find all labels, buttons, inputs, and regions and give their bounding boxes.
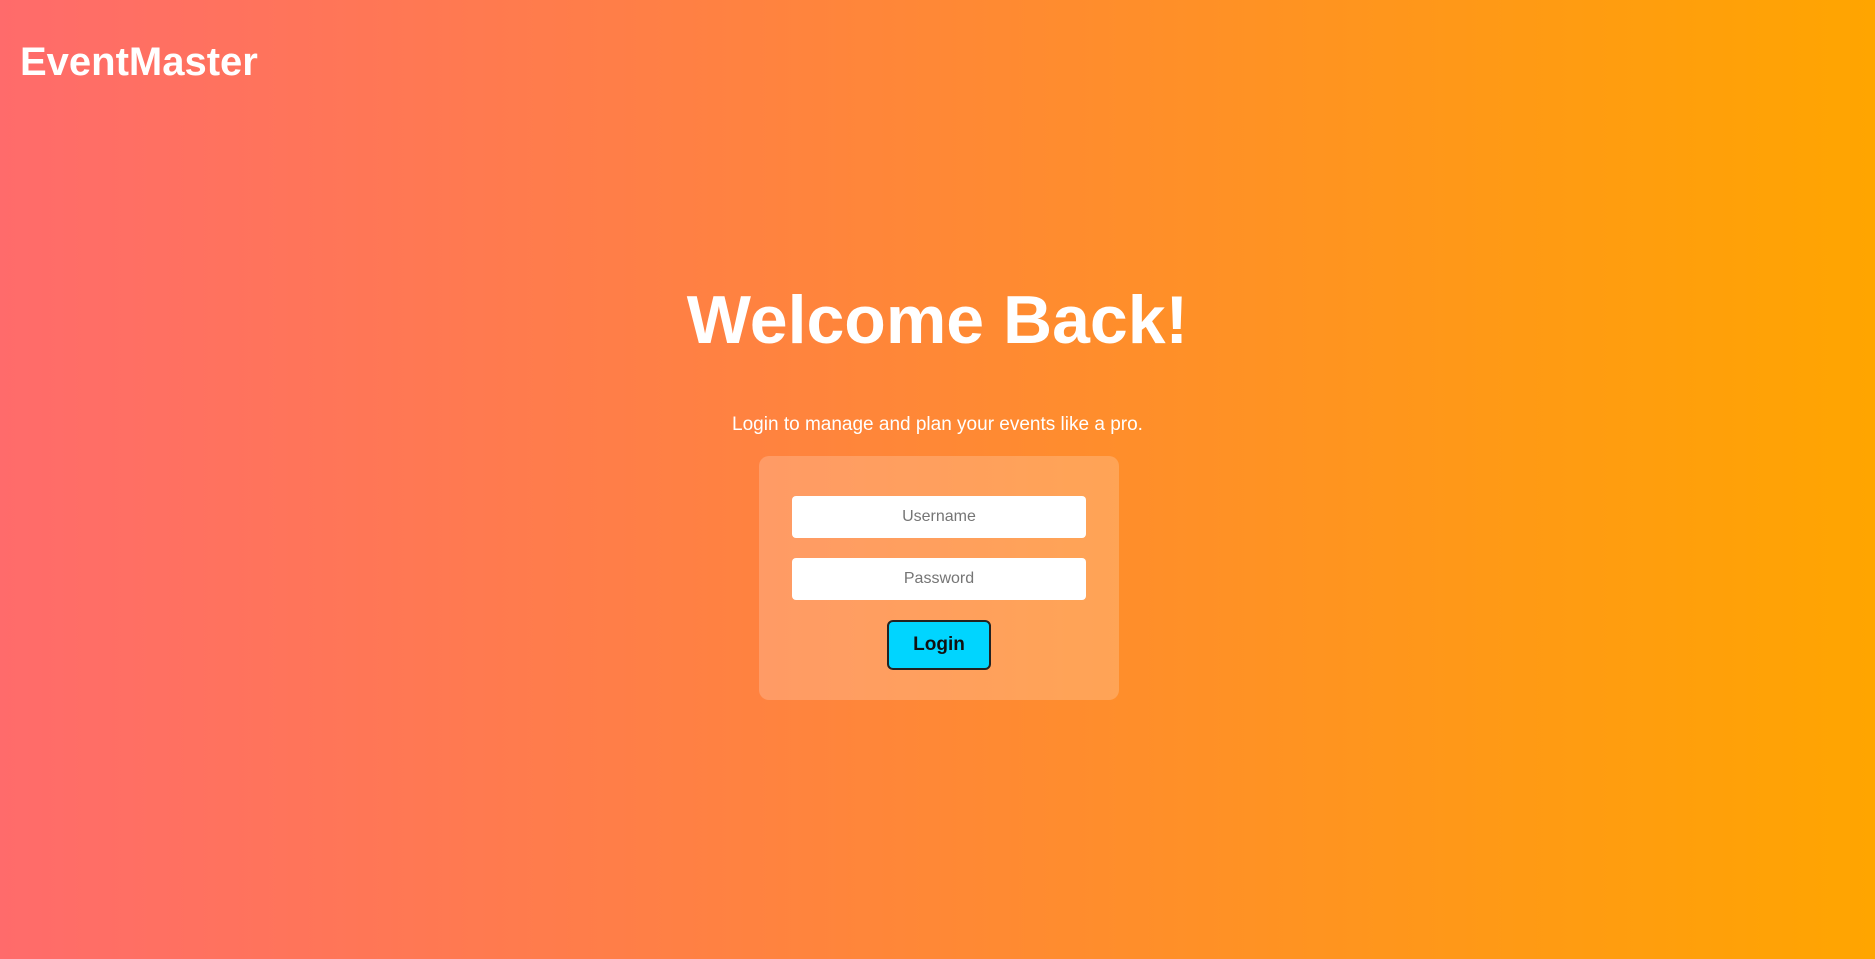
brand-logo-text: EventMaster bbox=[20, 40, 258, 84]
login-button[interactable]: Login bbox=[887, 620, 991, 670]
login-form: Login bbox=[759, 456, 1119, 700]
page-subtitle: Login to manage and plan your events lik… bbox=[732, 414, 1143, 435]
password-input[interactable] bbox=[792, 558, 1086, 600]
username-input[interactable] bbox=[792, 496, 1086, 538]
page-title: Welcome Back! bbox=[686, 282, 1189, 358]
